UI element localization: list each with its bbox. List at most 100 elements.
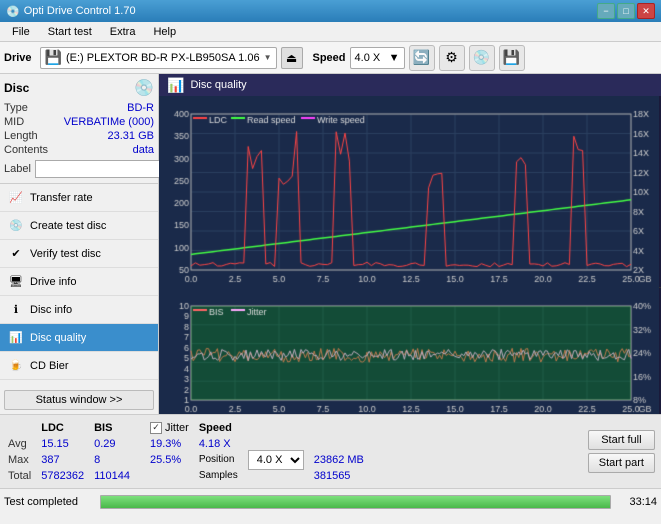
length-label: Length xyxy=(4,130,38,142)
fe-te-icon: 📉 xyxy=(8,386,24,387)
drive-info-icon: 🖥 xyxy=(8,274,24,290)
drive-label: Drive xyxy=(4,52,32,64)
disc-contents-row: Contents data xyxy=(4,144,154,156)
menu-extra[interactable]: Extra xyxy=(102,24,144,40)
verify-test-disc-icon: ✔ xyxy=(8,246,24,262)
sidebar-item-label: Disc quality xyxy=(30,332,86,344)
speed-value: 4.0 X xyxy=(355,52,381,64)
toolbar: Drive 💾 (E:) PLEXTOR BD-R PX-LB950SA 1.0… xyxy=(0,42,661,74)
type-value: BD-R xyxy=(127,102,154,114)
max-label: Max xyxy=(8,453,39,467)
label-input[interactable] xyxy=(35,160,173,178)
drive-icon: 💾 xyxy=(45,49,62,66)
contents-value: data xyxy=(133,144,154,156)
avg-bis: 0.29 xyxy=(94,437,138,451)
sidebar-item-fe-te[interactable]: 📉 FE / TE xyxy=(0,380,158,386)
avg-label: Avg xyxy=(8,437,39,451)
progress-bar-fill xyxy=(101,496,610,508)
sidebar-item-verify-test-disc[interactable]: ✔ Verify test disc xyxy=(0,240,158,268)
disc-type-row: Type BD-R xyxy=(4,102,154,114)
close-button[interactable]: ✕ xyxy=(637,3,655,19)
max-bis: 8 xyxy=(94,453,138,467)
total-label: Total xyxy=(8,469,39,483)
save-button[interactable]: 💾 xyxy=(499,45,525,71)
disc-panel: Disc 💿 Type BD-R MID VERBATIMe (000) Len… xyxy=(0,74,158,184)
avg-speed: 4.18 X xyxy=(199,437,246,451)
label-label: Label xyxy=(4,163,31,175)
length-value: 23.31 GB xyxy=(108,130,154,142)
sidebar: Disc 💿 Type BD-R MID VERBATIMe (000) Len… xyxy=(0,74,159,414)
eject-button[interactable]: ⏏ xyxy=(281,47,303,69)
position-label: Position xyxy=(199,453,246,467)
bis-header: BIS xyxy=(94,422,112,434)
maximize-button[interactable]: □ xyxy=(617,3,635,19)
disc-quality-icon: 📊 xyxy=(8,330,24,346)
status-text: Test completed xyxy=(4,496,94,508)
disc-panel-icon: 💿 xyxy=(134,78,154,98)
start-part-button[interactable]: Start part xyxy=(588,453,655,473)
status-window-button[interactable]: Status window >> xyxy=(4,390,154,410)
sidebar-item-transfer-rate[interactable]: 📈 Transfer rate xyxy=(0,184,158,212)
start-buttons: Start full Start part xyxy=(588,430,655,473)
chart-bottom xyxy=(159,288,661,414)
menu-start-test[interactable]: Start test xyxy=(40,24,100,40)
cd-bier-icon: 🍺 xyxy=(8,358,24,374)
menu-bar: File Start test Extra Help xyxy=(0,22,661,42)
sidebar-item-label: CD Bier xyxy=(30,360,69,372)
menu-file[interactable]: File xyxy=(4,24,38,40)
speed-dropdown[interactable]: 4.0 X xyxy=(248,450,304,470)
menu-help[interactable]: Help xyxy=(145,24,184,40)
disc-header: Disc 💿 xyxy=(4,78,154,98)
settings-button[interactable]: ⚙ xyxy=(439,45,465,71)
stats-table: LDC BIS ✓ Jitter Speed Avg 15.15 0.29 19… xyxy=(6,419,374,485)
jitter-check-row: ✓ Jitter xyxy=(150,422,189,434)
avg-jitter: 19.3% xyxy=(140,437,197,451)
sidebar-item-create-test-disc[interactable]: 💿 Create test disc xyxy=(0,212,158,240)
progress-bar xyxy=(100,495,611,509)
speed-header: Speed xyxy=(199,422,232,434)
mid-label: MID xyxy=(4,116,24,128)
title-bar-left: 💿 Opti Drive Control 1.70 xyxy=(6,5,136,18)
sidebar-item-label: Transfer rate xyxy=(30,192,93,204)
sidebar-item-label: Verify test disc xyxy=(30,248,101,260)
total-bis: 110144 xyxy=(94,469,138,483)
content-area: 📊 Disc quality xyxy=(159,74,661,414)
title-bar: 💿 Opti Drive Control 1.70 − □ ✕ xyxy=(0,0,661,22)
sidebar-item-drive-info[interactable]: 🖥 Drive info xyxy=(0,268,158,296)
stats-area: LDC BIS ✓ Jitter Speed Avg 15.15 0.29 19… xyxy=(0,414,661,488)
avg-ldc: 15.15 xyxy=(41,437,92,451)
disc-title: Disc xyxy=(4,81,29,95)
disc-button[interactable]: 💿 xyxy=(469,45,495,71)
drive-selector[interactable]: 💾 (E:) PLEXTOR BD-R PX-LB950SA 1.06 ▼ xyxy=(40,47,277,69)
type-label: Type xyxy=(4,102,28,114)
chart-top xyxy=(159,96,661,288)
disc-info-icon: ℹ xyxy=(8,302,24,318)
main-layout: Disc 💿 Type BD-R MID VERBATIMe (000) Len… xyxy=(0,74,661,414)
max-jitter: 25.5% xyxy=(140,453,197,467)
disc-length-row: Length 23.31 GB xyxy=(4,130,154,142)
max-ldc: 387 xyxy=(41,453,92,467)
speed-chevron-icon: ▼ xyxy=(389,52,400,64)
samples-label: Samples xyxy=(199,469,246,483)
sidebar-item-disc-info[interactable]: ℹ Disc info xyxy=(0,296,158,324)
disc-mid-row: MID VERBATIMe (000) xyxy=(4,116,154,128)
sidebar-item-label: Drive info xyxy=(30,276,76,288)
refresh-button[interactable]: 🔄 xyxy=(409,45,435,71)
max-position: 23862 MB xyxy=(314,453,372,467)
sidebar-item-cd-bier[interactable]: 🍺 CD Bier xyxy=(0,352,158,380)
speed-selector[interactable]: 4.0 X ▼ xyxy=(350,47,405,69)
minimize-button[interactable]: − xyxy=(597,3,615,19)
app-title: Opti Drive Control 1.70 xyxy=(24,5,136,17)
total-ldc: 5782362 xyxy=(41,469,92,483)
chevron-down-icon: ▼ xyxy=(264,53,272,62)
app-icon: 💿 xyxy=(6,5,20,18)
sidebar-item-disc-quality[interactable]: 📊 Disc quality xyxy=(0,324,158,352)
title-bar-controls: − □ ✕ xyxy=(597,3,655,19)
speed-label: Speed xyxy=(313,52,346,64)
chart-title: Disc quality xyxy=(190,79,246,91)
sidebar-item-label: Disc info xyxy=(30,304,72,316)
jitter-checkbox[interactable]: ✓ xyxy=(150,422,162,434)
jitter-label: Jitter xyxy=(165,422,189,434)
transfer-rate-icon: 📈 xyxy=(8,190,24,206)
start-full-button[interactable]: Start full xyxy=(588,430,655,450)
